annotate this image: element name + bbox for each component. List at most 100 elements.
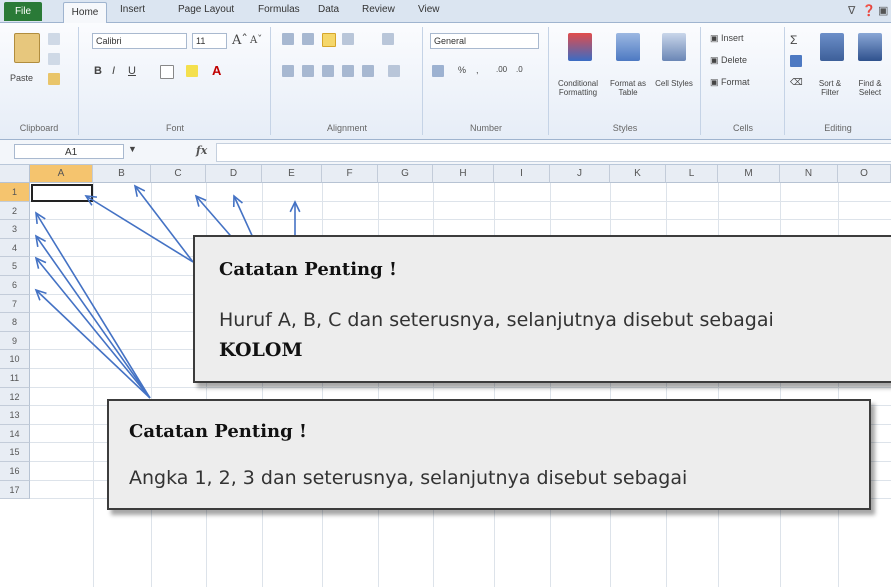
row-header-4[interactable]: 4	[0, 238, 30, 258]
italic-icon[interactable]: I	[112, 65, 115, 77]
row-header-1[interactable]: 1	[0, 183, 30, 202]
row-header-7[interactable]: 7	[0, 294, 30, 314]
row-header-16[interactable]: 16	[0, 462, 30, 481]
row-header-13[interactable]: 13	[0, 406, 30, 425]
name-box-dropdown-icon[interactable]: ▼	[128, 144, 137, 154]
column-header-e[interactable]: E	[262, 165, 322, 183]
column-header-o[interactable]: O	[838, 165, 891, 183]
autosum-icon[interactable]: Σ	[790, 33, 797, 47]
column-header-i[interactable]: I	[494, 165, 550, 183]
increase-indent-icon[interactable]	[362, 65, 374, 77]
borders-icon[interactable]	[160, 65, 174, 79]
column-header-d[interactable]: D	[206, 165, 262, 183]
copy-icon[interactable]	[48, 53, 60, 65]
align-left-icon[interactable]	[282, 65, 294, 77]
comma-style-icon[interactable]: ,	[476, 65, 479, 75]
fill-icon[interactable]	[790, 55, 802, 67]
column-header-k[interactable]: K	[610, 165, 666, 183]
orientation-icon[interactable]	[342, 33, 354, 45]
middle-align-icon[interactable]	[302, 33, 314, 45]
tab-home[interactable]: Home	[63, 2, 107, 23]
number-format-select[interactable]: General	[430, 33, 539, 49]
decrease-decimal-icon[interactable]: .0	[516, 65, 523, 74]
row-header-14[interactable]: 14	[0, 424, 30, 444]
format-painter-icon[interactable]	[48, 73, 60, 85]
align-right-icon[interactable]	[322, 65, 334, 77]
tab-formulas[interactable]: Formulas	[258, 4, 300, 15]
note-kolom-emphasis: KOLOM	[219, 339, 303, 361]
font-color-icon[interactable]: A	[212, 63, 221, 78]
column-header-n[interactable]: N	[780, 165, 838, 183]
restore-window-icon[interactable]: ▣	[878, 4, 888, 17]
row-header-5[interactable]: 5	[0, 257, 30, 276]
tab-page-layout[interactable]: Page Layout	[178, 4, 234, 15]
column-header-l[interactable]: L	[666, 165, 718, 183]
increase-decimal-icon[interactable]: .00	[496, 65, 507, 74]
insert-cells-button[interactable]: ▣ Insert	[710, 33, 744, 44]
row-header-10[interactable]: 10	[0, 350, 30, 369]
font-name-select[interactable]: Calibri	[92, 33, 187, 49]
ribbon: Paste Clipboard Calibri 11 Aˆ Aˇ B I U A…	[0, 23, 891, 140]
column-header-a[interactable]: A	[30, 165, 93, 183]
conditional-formatting-icon[interactable]	[568, 33, 592, 61]
row-header-15[interactable]: 15	[0, 443, 30, 462]
select-all-corner[interactable]	[0, 165, 30, 183]
align-center-icon[interactable]	[302, 65, 314, 77]
fill-color-icon[interactable]	[186, 65, 198, 77]
clear-icon[interactable]: ⌫	[790, 77, 803, 88]
insert-function-icon[interactable]: fx	[196, 144, 207, 157]
tab-review[interactable]: Review	[362, 4, 395, 15]
alignment-group: Alignment	[272, 27, 423, 135]
column-header-j[interactable]: J	[550, 165, 610, 183]
column-header-h[interactable]: H	[433, 165, 494, 183]
row-header-6[interactable]: 6	[0, 276, 30, 295]
row-header-9[interactable]: 9	[0, 331, 30, 351]
sort-filter-icon[interactable]	[820, 33, 844, 61]
font-size-select[interactable]: 11	[192, 33, 227, 49]
sort-filter-button[interactable]: Sort & Filter	[810, 79, 850, 97]
top-align-icon[interactable]	[282, 33, 294, 45]
paste-button[interactable]: Paste	[10, 73, 33, 83]
underline-icon[interactable]: U	[128, 65, 136, 77]
accounting-format-icon[interactable]	[432, 65, 444, 77]
row-header-17[interactable]: 17	[0, 480, 30, 500]
shrink-font-icon[interactable]: Aˇ	[250, 35, 262, 46]
find-select-button[interactable]: Find & Select	[850, 79, 890, 97]
tab-view[interactable]: View	[418, 4, 440, 15]
row-header-2[interactable]: 2	[0, 201, 30, 221]
delete-cells-button[interactable]: ▣ Delete	[710, 55, 747, 66]
bottom-align-icon[interactable]	[322, 33, 336, 47]
formula-input[interactable]	[216, 143, 891, 162]
paste-icon[interactable]	[14, 33, 40, 63]
find-select-icon[interactable]	[858, 33, 882, 61]
tab-data[interactable]: Data	[318, 4, 339, 15]
tab-file[interactable]: File	[4, 2, 42, 21]
cut-icon[interactable]	[48, 33, 60, 45]
column-header-f[interactable]: F	[322, 165, 378, 183]
cell-styles-icon[interactable]	[662, 33, 686, 61]
column-header-m[interactable]: M	[718, 165, 780, 183]
minimize-ribbon-icon[interactable]: ∇	[848, 4, 855, 17]
cell-styles-button[interactable]: Cell Styles	[654, 79, 694, 88]
bold-icon[interactable]: B	[94, 65, 102, 77]
decrease-indent-icon[interactable]	[342, 65, 354, 77]
wrap-text-icon[interactable]	[382, 33, 394, 45]
row-header-3[interactable]: 3	[0, 220, 30, 239]
column-header-b[interactable]: B	[93, 165, 151, 183]
name-box[interactable]: A1	[14, 144, 124, 159]
percent-style-icon[interactable]: %	[458, 65, 466, 75]
column-header-c[interactable]: C	[151, 165, 206, 183]
conditional-formatting-button[interactable]: Conditional Formatting	[552, 79, 604, 97]
format-as-table-icon[interactable]	[616, 33, 640, 61]
tab-insert[interactable]: Insert	[120, 4, 145, 15]
row-header-12[interactable]: 12	[0, 387, 30, 407]
row-header-8[interactable]: 8	[0, 313, 30, 332]
column-header-g[interactable]: G	[378, 165, 433, 183]
merge-center-icon[interactable]	[388, 65, 400, 77]
format-as-table-button[interactable]: Format as Table	[606, 79, 650, 97]
grow-font-icon[interactable]: Aˆ	[232, 33, 248, 48]
row-header-11[interactable]: 11	[0, 369, 30, 388]
active-cell-a1[interactable]	[31, 184, 93, 202]
format-cells-button[interactable]: ▣ Format	[710, 77, 750, 88]
help-icon[interactable]: ❓	[862, 4, 876, 17]
